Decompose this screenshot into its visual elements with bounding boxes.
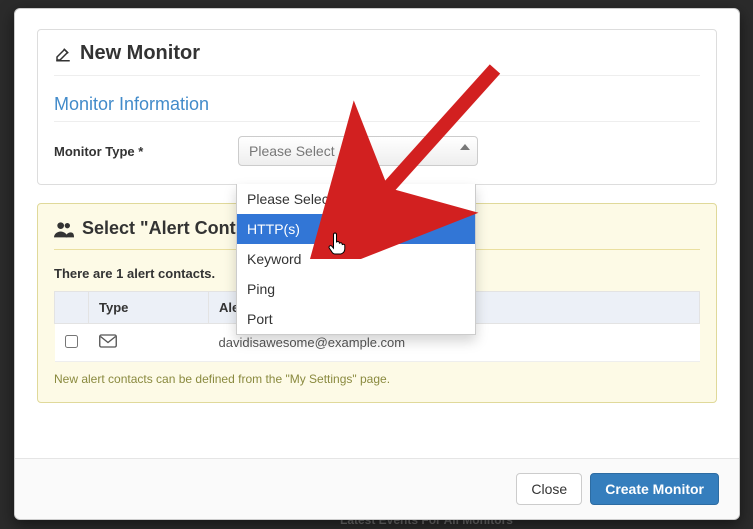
people-icon [54, 220, 74, 238]
alert-contacts-title-text: Select "Alert Conta [82, 218, 246, 239]
option-https[interactable]: HTTP(s) [237, 214, 475, 244]
modal-title: New Monitor [54, 42, 700, 76]
option-port[interactable]: Port [237, 304, 475, 334]
monitor-type-row: Monitor Type * Please Select [54, 136, 700, 166]
close-button[interactable]: Close [516, 473, 582, 505]
new-monitor-modal: New Monitor Monitor Information Monitor … [14, 8, 740, 520]
option-ping[interactable]: Ping [237, 274, 475, 304]
modal-footer: Close Create Monitor [15, 458, 739, 519]
section-title: Monitor Information [54, 94, 700, 122]
edit-icon [54, 45, 72, 63]
option-keyword[interactable]: Keyword [237, 244, 475, 274]
monitor-info-panel: New Monitor Monitor Information Monitor … [37, 29, 717, 185]
option-please-select[interactable]: Please Select [237, 184, 475, 214]
modal-title-text: New Monitor [80, 42, 200, 65]
caret-up-icon [460, 144, 470, 150]
mail-icon [99, 334, 117, 348]
col-checkbox [55, 292, 89, 324]
alert-contacts-hint: New alert contacts can be defined from t… [54, 372, 700, 386]
monitor-type-label: Monitor Type * [54, 144, 224, 159]
col-type: Type [89, 292, 209, 324]
monitor-type-dropdown[interactable]: Please Select HTTP(s) Keyword Ping Port [236, 184, 476, 335]
contact-checkbox[interactable] [65, 335, 78, 348]
monitor-type-select-button[interactable]: Please Select [238, 136, 478, 166]
create-monitor-button[interactable]: Create Monitor [590, 473, 719, 505]
monitor-type-select[interactable]: Please Select [238, 136, 478, 166]
